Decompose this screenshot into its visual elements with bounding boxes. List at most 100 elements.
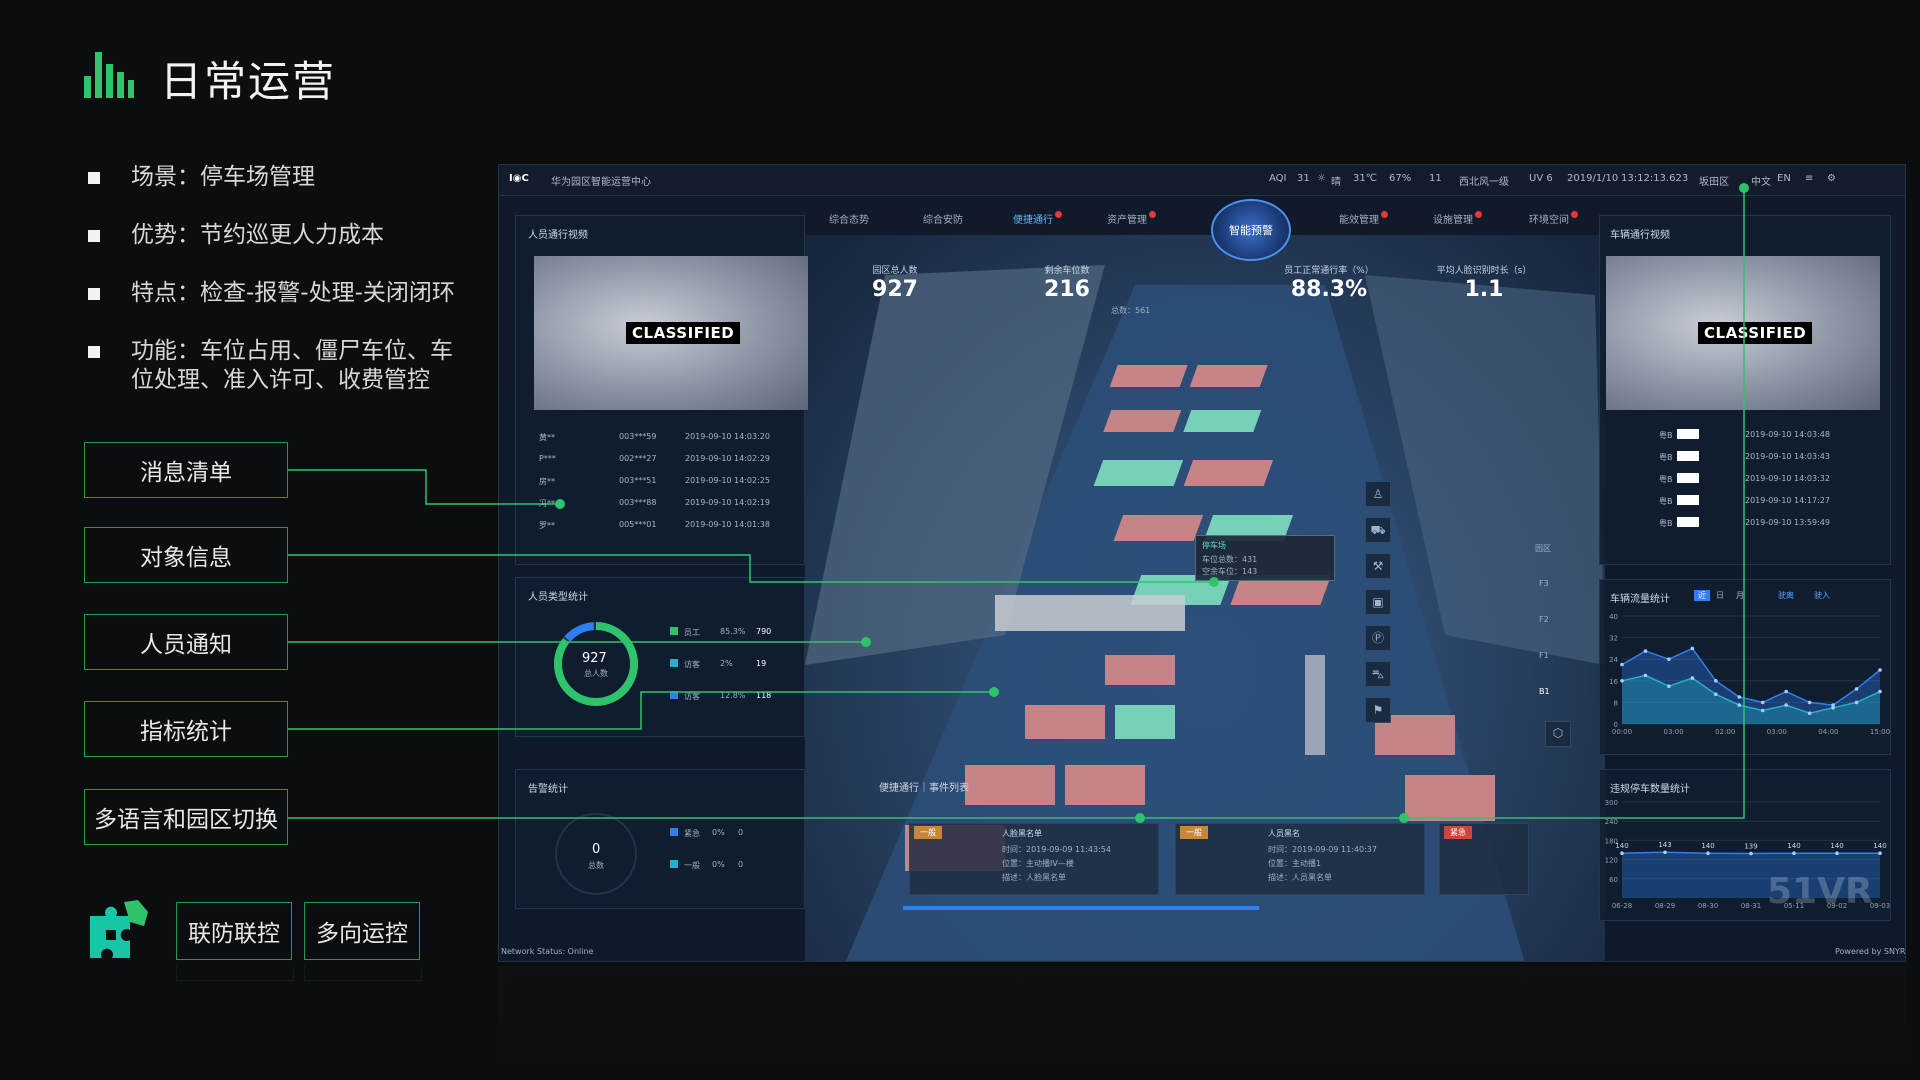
row-time: 2019-09-10 14:02:29	[685, 454, 770, 463]
nav-security[interactable]: 综合安防	[923, 211, 963, 226]
flow-tab-day[interactable]: 日	[1716, 590, 1724, 601]
flow-tab-recent[interactable]: 近	[1694, 590, 1710, 601]
data-label: 140	[1830, 842, 1843, 850]
x-tick-label: 08-31	[1741, 902, 1761, 910]
camera-tool-icon[interactable]: ▣	[1365, 589, 1391, 615]
nav-access[interactable]: 便捷通行	[1013, 211, 1062, 226]
x-tick-label: 04:00	[1818, 728, 1838, 736]
event-location: 位置：主动播1	[1268, 859, 1322, 868]
car-tool-icon[interactable]: ⛍	[1365, 661, 1391, 687]
row-time: 2019-09-10 14:03:48	[1745, 430, 1830, 439]
event-card[interactable]: 一般 人脸黑名单 时间：2019-09-09 11:43:54 位置：主动播IV…	[909, 823, 1159, 895]
event-tag: 一般	[914, 826, 942, 839]
person-tool-icon[interactable]: ♙	[1365, 481, 1391, 507]
person-total-label: 总人数	[584, 669, 608, 678]
humidity: 67%	[1389, 173, 1412, 184]
date: 2019/1/10	[1567, 173, 1619, 184]
wind: 西北风一级	[1459, 177, 1509, 188]
vehicle-row[interactable]: 粤B 2019-09-10 14:03:48	[1659, 429, 1830, 441]
data-point	[1620, 662, 1624, 667]
legend-urgent	[670, 828, 678, 836]
person-row[interactable]: 冯** 003***88 2019-09-10 14:02:19	[539, 498, 770, 509]
legend-name: 员工	[684, 628, 700, 637]
flow-tab-month[interactable]: 月	[1736, 590, 1744, 601]
events-title: 便捷通行｜事件列表	[879, 783, 969, 794]
floor-b1[interactable]: B1	[1539, 687, 1550, 696]
legend-count: 0	[738, 828, 744, 837]
menu-icon[interactable]: ≡	[1805, 173, 1813, 184]
person-row[interactable]: 黄** 003***59 2019-09-10 14:03:20	[539, 432, 770, 443]
person-row[interactable]: P*** 002***27 2019-09-10 14:02:29	[539, 454, 770, 463]
event-card[interactable]: 一般 人员黑名 时间：2019-09-09 11:40:37 位置：主动播1 描…	[1175, 823, 1425, 895]
vehicle-video-feed[interactable]: CLASSIFIED	[1606, 256, 1880, 410]
vehicle-row[interactable]: 粤B 2019-09-10 14:03:43	[1659, 451, 1830, 463]
cube-view-icon[interactable]: ⬡	[1545, 721, 1571, 747]
nav-energy[interactable]: 能效管理	[1339, 211, 1388, 226]
kpi-value: 1.1	[1464, 277, 1504, 302]
time: 13:12:13.623	[1621, 173, 1689, 184]
top-bar: I◉C 华为园区智能运营中心 AQI 31 ☼ 晴 31℃ 67% 11 西北风…	[499, 165, 1905, 196]
x-tick-label: 08-29	[1655, 902, 1675, 910]
lang-zh[interactable]: 中文	[1751, 173, 1771, 188]
settings-icon[interactable]: ⚙	[1827, 173, 1836, 184]
multi-control-button[interactable]: 多向运控	[304, 902, 420, 960]
event-tag: 一般	[1180, 826, 1208, 839]
nav-facility[interactable]: 设施管理	[1433, 211, 1482, 226]
kpi-label: 平均人脸识别时长（s）	[1436, 266, 1532, 276]
vehicle-tool-icon[interactable]: ⛟	[1365, 517, 1391, 543]
legend-pct: 0%	[712, 828, 725, 837]
data-point	[1667, 684, 1671, 688]
event-title: 人员黑名	[1268, 829, 1300, 838]
nav-assets[interactable]: 资产管理	[1107, 211, 1156, 226]
row-id: 002***27	[619, 454, 657, 463]
joint-control-button[interactable]: 联防联控	[176, 902, 292, 960]
nav-environment[interactable]: 环境空间	[1529, 211, 1578, 226]
events-scrollbar[interactable]	[903, 906, 1259, 910]
lang-en[interactable]: EN	[1777, 173, 1791, 184]
button-reflection	[176, 966, 294, 981]
flag-tool-icon[interactable]: ⚑	[1365, 697, 1391, 723]
data-point	[1749, 851, 1753, 856]
person-type-panel: 人员类型统计 927 总人数 员工 85.3% 790 访客 2% 19 访客 …	[515, 577, 805, 737]
vehicle-row[interactable]: 粤B 2019-09-10 14:17:27	[1659, 495, 1830, 507]
floor-f2[interactable]: F2	[1539, 615, 1549, 624]
legend-pct: 85.3%	[720, 627, 746, 636]
person-video-feed[interactable]: CLASSIFIED	[534, 256, 808, 410]
data-point	[1690, 646, 1695, 651]
floor-f1[interactable]: F1	[1539, 651, 1549, 660]
person-row[interactable]: 房** 003***51 2019-09-10 14:02:25	[539, 476, 770, 487]
event-title: 人脸黑名单	[1002, 829, 1042, 838]
park-switch[interactable]: 坂田区	[1699, 173, 1729, 188]
vehicle-row[interactable]: 粤B 2019-09-10 14:03:32	[1659, 473, 1830, 485]
device-tool-icon[interactable]: ⚒	[1365, 553, 1391, 579]
data-label: 140	[1873, 842, 1886, 850]
row-plate: 粤B	[1659, 497, 1673, 506]
button-reflection	[304, 966, 422, 981]
row-time: 2019-09-10 14:03:43	[1745, 452, 1830, 461]
x-tick-label: 09-03	[1870, 902, 1890, 910]
y-tick-label: 40	[1609, 613, 1618, 621]
kpi-label: 剩余车位数	[1044, 266, 1090, 276]
plate-mask	[1677, 473, 1699, 483]
nav-overview[interactable]: 综合态势	[829, 211, 869, 226]
event-card[interactable]: 紧急	[1439, 823, 1529, 895]
label-person-notify: 人员通知	[84, 614, 288, 670]
kpi-subvalue: 总数：561	[1111, 306, 1151, 315]
bullet-feature: 特点：检查-报警-处理-关闭闭环	[88, 279, 488, 308]
parking-tool-icon[interactable]: Ⓟ	[1365, 625, 1391, 651]
person-total: 927	[582, 651, 607, 666]
data-point	[1706, 851, 1710, 855]
person-row[interactable]: 罗** 005***01 2019-09-10 14:01:38	[539, 520, 770, 531]
classified-label: CLASSIFIED	[1698, 322, 1813, 344]
kpi-label: 园区总人数	[872, 266, 918, 276]
label-object-info: 对象信息	[84, 527, 288, 583]
row-name: P***	[539, 454, 556, 463]
floor-f3[interactable]: F3	[1539, 579, 1549, 588]
y-tick-label: 16	[1609, 678, 1618, 686]
flow-chart-panel: 车辆流量统计 近 日 月 驶离 驶入 0 8 16 24 32 40 00:00 03:00 0…	[1599, 579, 1891, 755]
vehicle-row[interactable]: 粤B 2019-09-10 13:59:49	[1659, 517, 1830, 529]
data-point	[1667, 657, 1671, 661]
smart-warning-button[interactable]: 智能预警	[1211, 199, 1291, 261]
plate-mask	[1677, 429, 1699, 439]
floor-park[interactable]: 园区	[1535, 543, 1551, 554]
